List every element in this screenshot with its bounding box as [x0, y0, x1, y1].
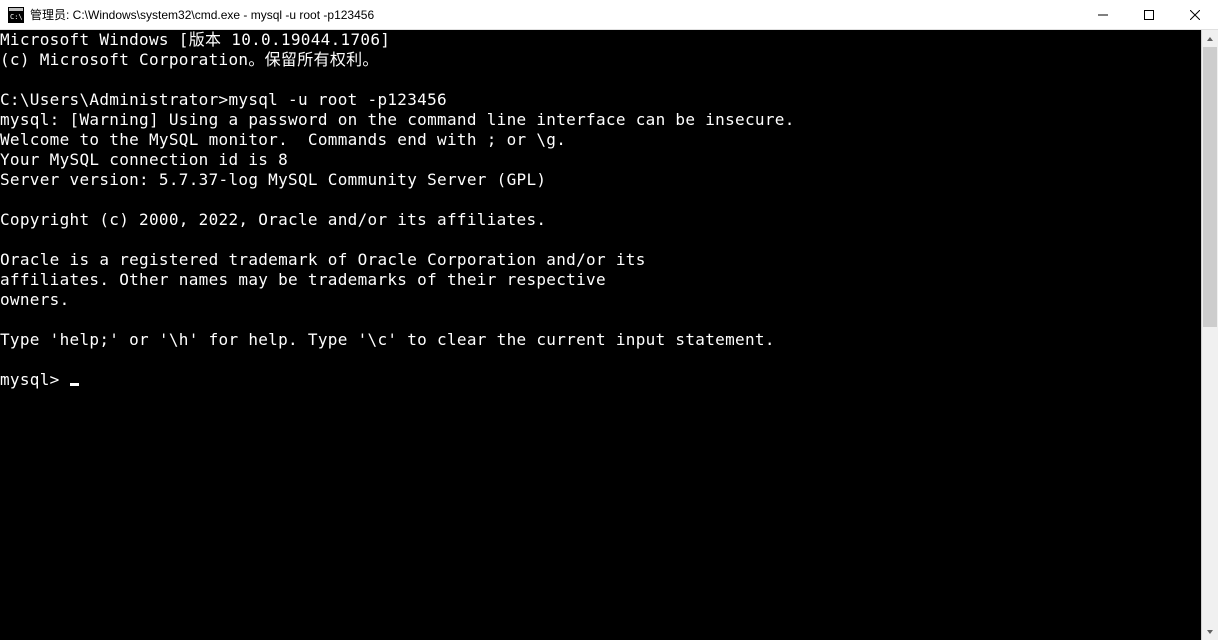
window-titlebar: C:\ 管理员: C:\Windows\system32\cmd.exe - m…: [0, 0, 1218, 30]
console-wrap: Microsoft Windows [版本 10.0.19044.1706] (…: [0, 30, 1218, 640]
cmd-icon: C:\: [8, 7, 24, 23]
cursor: [70, 383, 79, 386]
scrollbar-thumb[interactable]: [1203, 47, 1217, 327]
window-controls: [1080, 0, 1218, 29]
close-button[interactable]: [1172, 0, 1218, 29]
maximize-button[interactable]: [1126, 0, 1172, 29]
minimize-button[interactable]: [1080, 0, 1126, 29]
scroll-up-arrow[interactable]: [1202, 30, 1218, 47]
terminal-output[interactable]: Microsoft Windows [版本 10.0.19044.1706] (…: [0, 30, 1201, 640]
window-title: 管理员: C:\Windows\system32\cmd.exe - mysql…: [30, 6, 1080, 23]
vertical-scrollbar[interactable]: [1201, 30, 1218, 640]
scroll-down-arrow[interactable]: [1202, 623, 1218, 640]
svg-text:C:\: C:\: [10, 13, 23, 21]
